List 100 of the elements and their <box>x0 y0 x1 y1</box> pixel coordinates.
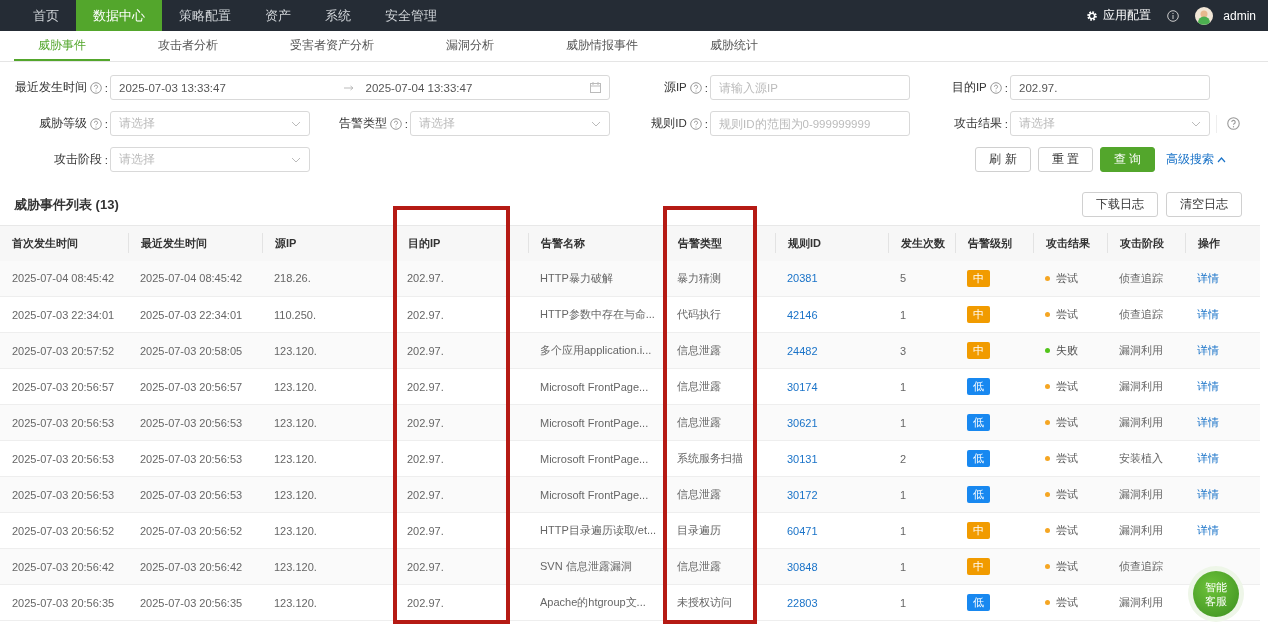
details-link[interactable]: 详情 <box>1197 344 1219 356</box>
nav-item[interactable]: 安全管理 <box>368 0 454 31</box>
table-cell: 1 <box>900 596 907 609</box>
search-button[interactable]: 查 询 <box>1099 147 1155 172</box>
rule-link[interactable]: 60471 <box>787 524 818 537</box>
table-cell: 2025-07-03 20:58:05 <box>140 344 243 357</box>
tab[interactable]: 漏洞分析 <box>422 31 518 61</box>
table-cell: 漏洞利用 <box>1119 596 1163 608</box>
app-config-link[interactable]: 应用配置 <box>1086 7 1152 24</box>
table-cell: 侦查追踪 <box>1119 560 1163 572</box>
rule-link[interactable]: 30621 <box>787 416 818 429</box>
column-header: 目的IP <box>395 233 441 254</box>
table-cell: 2025-07-03 20:56:52 <box>140 524 243 537</box>
tab[interactable]: 威胁统计 <box>686 31 782 61</box>
table-cell: 110.250. <box>274 308 316 321</box>
table-cell: 1 <box>900 488 907 501</box>
column-header: 告警级别 <box>955 233 1012 254</box>
rule-link[interactable]: 30174 <box>787 380 818 393</box>
chevron-down-icon <box>591 120 601 127</box>
status-text: 尝试 <box>1056 595 1078 610</box>
tab[interactable]: 受害者资产分析 <box>266 31 398 61</box>
table-cell: HTTP目录遍历读取/et... <box>540 524 657 536</box>
table-cell: 信息泄露 <box>677 416 721 428</box>
gear-icon <box>1086 9 1099 22</box>
table-cell: HTTP暴力破解 <box>540 271 613 284</box>
table-cell: 2 <box>900 452 907 465</box>
table-cell: 漏洞利用 <box>1119 344 1163 356</box>
colon-text: : <box>104 153 108 166</box>
table-cell: 2025-07-04 08:45:42 <box>140 272 243 285</box>
date-range-field[interactable]: 2025-07-03 13:33:47 2025-07-04 13:33:47 <box>110 75 610 100</box>
table-cell: Apache的htgroup文... <box>540 596 646 608</box>
table-cell: 侦查追踪 <box>1119 271 1163 284</box>
rule-link[interactable]: 24482 <box>787 344 818 357</box>
details-link[interactable]: 详情 <box>1197 380 1219 392</box>
action-button[interactable]: 下载日志 <box>1082 192 1158 217</box>
field-label: 目的IP <box>951 80 987 95</box>
status-text: 尝试 <box>1056 415 1078 430</box>
severity-tag: 低 <box>967 450 990 467</box>
action-button[interactable]: 清空日志 <box>1166 192 1242 217</box>
severity-tag: 低 <box>967 486 990 503</box>
colon-text: : <box>104 117 108 130</box>
details-link[interactable]: 详情 <box>1197 452 1219 464</box>
table-cell: 218.26. <box>274 272 311 285</box>
table-cell: 1 <box>900 308 907 321</box>
rule-link[interactable]: 22803 <box>787 596 818 609</box>
input-field[interactable]: 规则ID的范围为0-999999999 <box>710 111 910 136</box>
input-field[interactable]: 请输入源IP <box>710 75 910 100</box>
column-header: 操作 <box>1185 233 1220 254</box>
action-button[interactable]: 重 置 <box>1037 147 1093 172</box>
severity-tag: 中 <box>967 558 990 575</box>
nav-item[interactable]: 系统 <box>308 0 368 31</box>
table-cell: 1 <box>900 380 907 393</box>
table-cell: 202.97. <box>407 344 444 357</box>
field-label: 源IP <box>663 80 687 95</box>
action-button[interactable]: 刷 新 <box>975 147 1031 172</box>
details-link[interactable]: 详情 <box>1197 308 1219 320</box>
nav-item[interactable]: 首页 <box>16 0 76 31</box>
column-header: 规则ID <box>775 233 821 254</box>
table-cell: 123.120. <box>274 488 317 501</box>
table-cell: 202.97. <box>407 488 444 501</box>
table-cell: 安装植入 <box>1119 452 1163 464</box>
chevron-down-icon <box>291 120 301 127</box>
rule-link[interactable]: 30848 <box>787 560 818 573</box>
column-header: 首次发生时间 <box>11 236 78 252</box>
details-link[interactable]: 详情 <box>1197 488 1219 500</box>
rule-link[interactable]: 42146 <box>787 308 818 321</box>
rule-link[interactable]: 30172 <box>787 488 818 501</box>
help-icon <box>989 81 1002 94</box>
rule-link[interactable]: 20381 <box>787 272 818 285</box>
tab[interactable]: 攻击者分析 <box>134 31 242 61</box>
table-cell: 漏洞利用 <box>1119 416 1163 428</box>
nav-item[interactable]: 数据中心 <box>76 0 162 31</box>
column-header: 发生次数 <box>888 233 945 254</box>
table-cell: 2025-07-03 20:56:57 <box>140 380 243 393</box>
table-cell: 2025-07-03 20:56:53 <box>12 452 115 465</box>
info-icon[interactable] <box>1167 9 1180 22</box>
table-cell: 2025-07-03 20:56:53 <box>12 488 115 501</box>
rule-link[interactable]: 30131 <box>787 452 818 465</box>
details-link[interactable]: 详情 <box>1197 416 1219 428</box>
user-name[interactable]: admin <box>1223 8 1256 23</box>
advanced-search-link[interactable]: 高级搜索 <box>1166 152 1226 167</box>
table-cell: 123.120. <box>274 452 317 465</box>
table-cell: 2025-07-03 20:56:35 <box>12 596 115 609</box>
table-cell: 123.120. <box>274 416 317 429</box>
status-text: 尝试 <box>1056 451 1078 466</box>
table-cell: 2025-07-03 20:56:53 <box>12 416 115 429</box>
nav-item[interactable]: 资产 <box>248 0 308 31</box>
table-cell: 202.97. <box>407 416 444 429</box>
tab[interactable]: 威胁情报事件 <box>542 31 662 61</box>
details-link[interactable]: 详情 <box>1197 271 1219 284</box>
details-link[interactable]: 详情 <box>1197 524 1219 536</box>
input-field[interactable]: 202.97. <box>1010 75 1210 100</box>
table-cell: Microsoft FrontPage... <box>540 488 649 501</box>
table-cell: 侦查追踪 <box>1119 308 1163 320</box>
tab[interactable]: 威胁事件 <box>14 31 110 61</box>
table-cell: 202.97. <box>407 560 444 573</box>
table-cell: 2025-07-03 20:56:52 <box>12 524 115 537</box>
table-cell: 信息泄露 <box>677 344 721 356</box>
nav-item[interactable]: 策略配置 <box>162 0 248 31</box>
column-header: 攻击结果 <box>1033 233 1090 254</box>
